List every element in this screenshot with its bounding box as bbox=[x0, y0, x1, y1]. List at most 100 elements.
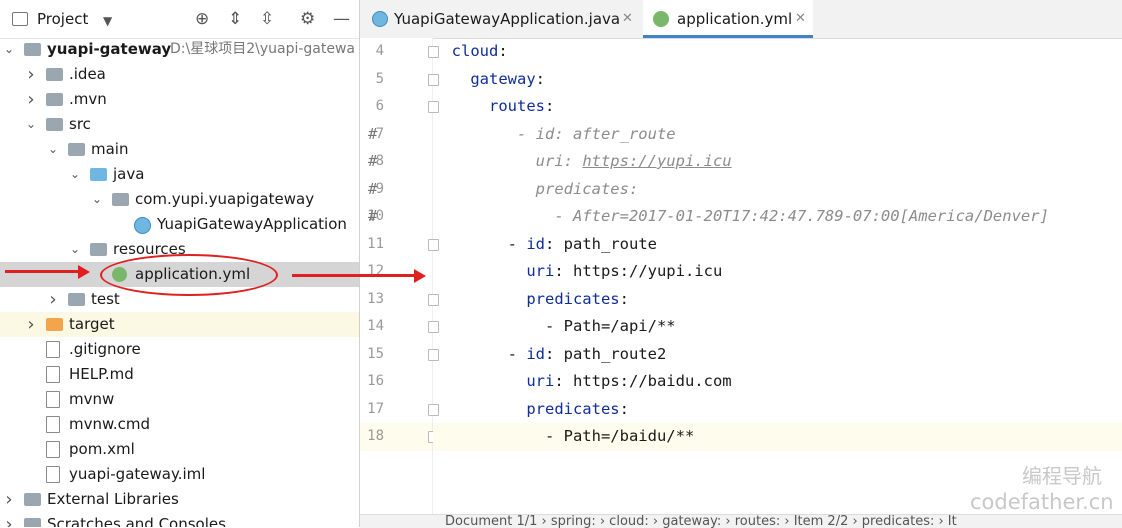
tree-item-label: .gitignore bbox=[69, 340, 141, 358]
code-token: : path_route bbox=[545, 234, 657, 253]
tree-item[interactable]: › Scratches and Consoles bbox=[0, 512, 359, 527]
code-token: - After=2017-01-20T17:42:47.789-07:00[Am… bbox=[433, 207, 1049, 225]
comment-hash: # bbox=[368, 152, 378, 170]
close-icon[interactable]: ✕ bbox=[795, 0, 806, 38]
code-token: - Path=/api/** bbox=[433, 317, 676, 335]
line-number: 13 bbox=[367, 290, 384, 307]
watermark-title: 编程导航 bbox=[1022, 464, 1102, 488]
tree-item[interactable]: HELP.md bbox=[0, 362, 359, 387]
line-number: 5 bbox=[375, 70, 384, 87]
tree-item-label: yuapi-gateway bbox=[47, 40, 172, 58]
tree-item[interactable]: mvnw bbox=[0, 387, 359, 412]
line-number: 18 bbox=[367, 428, 384, 444]
tree-item[interactable]: › External Libraries bbox=[0, 487, 359, 512]
code-token: : path_route2 bbox=[545, 344, 667, 363]
project-view-icon[interactable] bbox=[12, 12, 28, 26]
file-icon bbox=[46, 341, 60, 358]
breadcrumb: Document 1/1 › spring: › cloud: › gatewa… bbox=[360, 514, 1122, 528]
tree-item-label: test bbox=[91, 290, 120, 308]
chevron-right-icon[interactable]: › bbox=[46, 287, 60, 312]
project-title[interactable]: Project bbox=[37, 10, 88, 28]
chevron-down-icon[interactable]: ⌄ bbox=[24, 112, 38, 137]
line-number: 14 bbox=[367, 318, 384, 334]
folder-icon bbox=[46, 93, 63, 106]
chevron-down-icon[interactable]: ⌄ bbox=[68, 237, 82, 262]
code-token: routes bbox=[433, 97, 545, 115]
tree-item[interactable]: › .idea bbox=[0, 62, 359, 87]
code-line: - id: path_route bbox=[433, 231, 1122, 259]
chevron-down-icon[interactable]: ⌄ bbox=[68, 162, 82, 187]
code-token: id bbox=[526, 344, 545, 363]
annotation-arrowhead-left bbox=[78, 265, 90, 279]
tree-item[interactable]: mvnw.cmd bbox=[0, 412, 359, 437]
file-icon bbox=[46, 366, 60, 383]
tab-yuapi-gateway-application[interactable]: YuapiGatewayApplication.java ✕ bbox=[360, 0, 642, 38]
tree-item[interactable]: ⌄ java bbox=[0, 162, 359, 187]
code-line: routes: bbox=[433, 93, 1122, 121]
code-line: # - After=2017-01-20T17:42:47.789-07:00[… bbox=[368, 203, 1122, 231]
code-token: predicates bbox=[433, 399, 620, 418]
locate-icon[interactable]: ⊕ bbox=[195, 10, 209, 28]
tree-item-label: External Libraries bbox=[47, 490, 179, 508]
comment-hash: # bbox=[368, 124, 378, 143]
code-line: uri: https://baidu.com bbox=[433, 368, 1122, 396]
tree-item-label: YuapiGatewayApplication bbox=[157, 215, 347, 233]
code-line: # uri: https://yupi.icu bbox=[368, 148, 1122, 176]
comment-hash: # bbox=[368, 207, 378, 225]
code-token: : https://baidu.com bbox=[554, 372, 732, 390]
scratch-icon bbox=[24, 518, 41, 527]
minimize-icon[interactable]: — bbox=[333, 10, 350, 28]
tab-label: YuapiGatewayApplication.java bbox=[394, 10, 621, 28]
project-toolbar: Project ▼ ⊕ ⇕ ⇳ ⚙ — bbox=[0, 0, 359, 39]
code-line: predicates: bbox=[433, 286, 1122, 314]
file-icon bbox=[46, 466, 60, 483]
collapse-all-icon[interactable]: ⇳ bbox=[260, 10, 274, 28]
editor-area: YuapiGatewayApplication.java ✕ applicati… bbox=[360, 0, 1122, 528]
code-token: id bbox=[526, 234, 545, 253]
tree-item-label: com.yupi.yuapigateway bbox=[135, 190, 315, 208]
chevron-right-icon[interactable]: › bbox=[2, 512, 16, 527]
tree-item[interactable]: YuapiGatewayApplication bbox=[0, 212, 359, 237]
gear-icon[interactable]: ⚙ bbox=[300, 10, 315, 28]
code-line: predicates: bbox=[433, 396, 1122, 424]
tree-item[interactable]: pom.xml bbox=[0, 437, 359, 462]
tree-item-label: java bbox=[113, 165, 145, 183]
chevron-right-icon[interactable]: › bbox=[24, 312, 38, 337]
chevron-down-icon[interactable]: ▼ bbox=[103, 12, 112, 30]
excluded-folder-icon bbox=[46, 318, 63, 331]
code-token: : bbox=[535, 69, 545, 88]
close-icon[interactable]: ✕ bbox=[622, 0, 633, 38]
code-line: uri: https://yupi.icu bbox=[433, 258, 1122, 286]
tree-item-label: mvnw.cmd bbox=[69, 415, 151, 433]
tab-application-yml[interactable]: application.yml ✕ bbox=[643, 0, 813, 38]
file-icon bbox=[46, 441, 60, 458]
chevron-down-icon[interactable]: ⌄ bbox=[46, 137, 60, 162]
tree-item-label: main bbox=[91, 140, 129, 158]
line-number: 15 bbox=[367, 345, 384, 362]
code-token: uri bbox=[433, 372, 555, 390]
tree-item[interactable]: › .mvn bbox=[0, 87, 359, 112]
class-icon bbox=[134, 217, 151, 234]
line-number: 4 bbox=[375, 43, 384, 59]
tree-item[interactable]: yuapi-gateway.iml bbox=[0, 462, 359, 487]
code-line: # predicates: bbox=[368, 176, 1122, 204]
chevron-down-icon[interactable]: ⌄ bbox=[90, 187, 104, 212]
tree-item[interactable]: › target bbox=[0, 312, 359, 337]
tree-item[interactable]: ⌄ yuapi-gateway D:\星球项目2\yuapi-gatewa bbox=[0, 37, 359, 62]
chevron-right-icon[interactable]: › bbox=[24, 87, 38, 112]
expand-all-icon[interactable]: ⇕ bbox=[228, 10, 242, 28]
tree-item[interactable]: ⌄ main bbox=[0, 137, 359, 162]
line-number: 17 bbox=[367, 400, 384, 417]
code-token: cloud bbox=[433, 42, 499, 60]
chevron-right-icon[interactable]: › bbox=[2, 487, 16, 512]
tree-item[interactable]: .gitignore bbox=[0, 337, 359, 362]
code-editor[interactable]: cloud: gateway: routes: # - id: after_rou… bbox=[368, 38, 1122, 514]
folder-icon bbox=[24, 43, 41, 56]
chevron-right-icon[interactable]: › bbox=[24, 62, 38, 87]
annotation-arrow-left bbox=[5, 270, 80, 273]
tree-item[interactable]: ⌄ com.yupi.yuapigateway bbox=[0, 187, 359, 212]
tree-item[interactable]: ⌄ src bbox=[0, 112, 359, 137]
tree-item-label: .mvn bbox=[69, 90, 107, 108]
chevron-down-icon[interactable]: ⌄ bbox=[2, 37, 16, 62]
line-number: 6 bbox=[375, 98, 384, 114]
